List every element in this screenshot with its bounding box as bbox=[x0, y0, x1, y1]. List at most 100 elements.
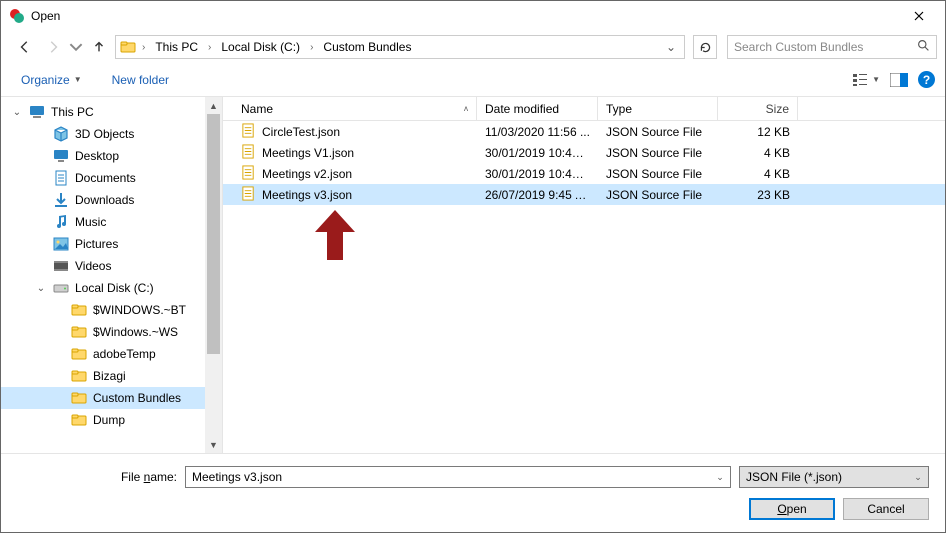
breadcrumb[interactable]: Local Disk (C:) bbox=[217, 38, 304, 56]
refresh-button[interactable] bbox=[693, 35, 717, 59]
filename-history-dropdown[interactable]: ⌄ bbox=[712, 469, 728, 485]
file-name: CircleTest.json bbox=[262, 125, 340, 139]
tree-label: $WINDOWS.~BT bbox=[93, 303, 186, 317]
file-row[interactable]: CircleTest.json 11/03/2020 11:56 ...JSON … bbox=[223, 121, 945, 142]
file-date: 11/03/2020 11:56 ... bbox=[477, 125, 598, 139]
tree-icon bbox=[53, 214, 69, 230]
file-type-filter[interactable]: JSON File (*.json) ⌄ bbox=[739, 466, 929, 488]
recent-locations-button[interactable] bbox=[69, 35, 83, 59]
chevron-right-icon: › bbox=[206, 42, 213, 53]
back-button[interactable] bbox=[13, 35, 37, 59]
folder-icon bbox=[120, 39, 136, 55]
close-icon bbox=[914, 11, 924, 21]
view-options-button[interactable]: ▼ bbox=[852, 73, 880, 87]
tree-label: Desktop bbox=[75, 149, 119, 163]
file-icon bbox=[241, 165, 256, 183]
tree-node[interactable]: 3D Objects bbox=[1, 123, 222, 145]
sort-indicator-icon: ʌ bbox=[464, 104, 468, 113]
arrow-left-icon bbox=[18, 40, 32, 54]
tree-label: $Windows.~WS bbox=[93, 325, 178, 339]
scrollbar[interactable]: ▲ ▼ bbox=[205, 97, 222, 453]
tree-label: Documents bbox=[75, 171, 136, 185]
tree-node[interactable]: adobeTemp bbox=[1, 343, 222, 365]
file-row[interactable]: Meetings v2.json 30/01/2019 10:44 ...JSON… bbox=[223, 163, 945, 184]
preview-pane-icon bbox=[890, 73, 908, 87]
file-icon bbox=[241, 144, 256, 162]
tree-icon bbox=[53, 170, 69, 186]
breadcrumb[interactable]: Custom Bundles bbox=[319, 38, 415, 56]
tree-node[interactable]: $WINDOWS.~BT bbox=[1, 299, 222, 321]
filename-label: File name: bbox=[1, 470, 177, 484]
address-bar[interactable]: › This PC › Local Disk (C:) › Custom Bun… bbox=[115, 35, 685, 59]
chevron-right-icon: › bbox=[140, 42, 147, 53]
tree-node[interactable]: Dump bbox=[1, 409, 222, 431]
tree-icon bbox=[53, 126, 69, 142]
tree-label: Bizagi bbox=[93, 369, 126, 383]
up-button[interactable] bbox=[87, 35, 111, 59]
expander-icon[interactable]: ⌄ bbox=[35, 283, 47, 294]
filename-input[interactable]: Meetings v3.json ⌄ bbox=[185, 466, 731, 488]
column-header-date[interactable]: Date modified bbox=[477, 97, 598, 120]
forward-button bbox=[41, 35, 65, 59]
tree-node[interactable]: Videos bbox=[1, 255, 222, 277]
tree-icon bbox=[53, 258, 69, 274]
file-type: JSON Source File bbox=[598, 146, 718, 160]
tree-icon bbox=[71, 412, 87, 428]
tree-node[interactable]: Pictures bbox=[1, 233, 222, 255]
chevron-down-icon: ▼ bbox=[74, 75, 82, 84]
tree-icon bbox=[53, 280, 69, 296]
column-header-name[interactable]: Name ʌ bbox=[223, 97, 477, 120]
scroll-thumb[interactable] bbox=[207, 114, 220, 354]
file-list[interactable]: Name ʌ Date modified Type Size CircleTes… bbox=[223, 97, 945, 453]
close-button[interactable] bbox=[899, 2, 939, 30]
search-input[interactable]: Search Custom Bundles bbox=[727, 35, 937, 59]
cancel-button[interactable]: Cancel bbox=[843, 498, 929, 520]
tree-icon bbox=[71, 390, 87, 406]
tree-node[interactable]: Bizagi bbox=[1, 365, 222, 387]
file-date: 26/07/2019 9:45 AM bbox=[477, 188, 598, 202]
tree-icon bbox=[29, 104, 45, 120]
file-size: 23 KB bbox=[718, 188, 798, 202]
chevron-right-icon: › bbox=[308, 42, 315, 53]
breadcrumb[interactable]: This PC bbox=[151, 38, 202, 56]
tree-label: Music bbox=[75, 215, 106, 229]
arrow-up-icon bbox=[92, 40, 106, 54]
file-row[interactable]: Meetings V1.json 30/01/2019 10:40 ...JSON… bbox=[223, 142, 945, 163]
new-folder-button[interactable]: New folder bbox=[106, 69, 175, 91]
file-date: 30/01/2019 10:40 ... bbox=[477, 146, 598, 160]
file-name: Meetings v3.json bbox=[262, 188, 352, 202]
tree-node[interactable]: Downloads bbox=[1, 189, 222, 211]
search-icon bbox=[917, 39, 930, 55]
tree-node[interactable]: Documents bbox=[1, 167, 222, 189]
file-icon bbox=[241, 186, 256, 204]
scroll-down-button[interactable]: ▼ bbox=[205, 436, 222, 453]
app-icon bbox=[9, 8, 25, 24]
tree-label: Videos bbox=[75, 259, 111, 273]
tree-label: Local Disk (C:) bbox=[75, 281, 154, 295]
file-type: JSON Source File bbox=[598, 167, 718, 181]
search-placeholder: Search Custom Bundles bbox=[734, 40, 863, 54]
tree-node[interactable]: $Windows.~WS bbox=[1, 321, 222, 343]
organize-menu[interactable]: Organize ▼ bbox=[15, 69, 88, 91]
column-header-size[interactable]: Size bbox=[718, 97, 798, 120]
address-dropdown[interactable]: ⌄ bbox=[660, 40, 682, 54]
file-name: Meetings V1.json bbox=[262, 146, 354, 160]
open-button[interactable]: Open bbox=[749, 498, 835, 520]
refresh-icon bbox=[699, 41, 712, 54]
tree-node[interactable]: ⌄This PC bbox=[1, 101, 222, 123]
tree-node[interactable]: Music bbox=[1, 211, 222, 233]
preview-pane-button[interactable] bbox=[890, 73, 908, 87]
scroll-up-button[interactable]: ▲ bbox=[205, 97, 222, 114]
tree-node[interactable]: Custom Bundles bbox=[1, 387, 222, 409]
file-type: JSON Source File bbox=[598, 125, 718, 139]
navigation-pane[interactable]: ⌄This PC3D Objects Desktop Documents Downlo… bbox=[1, 97, 223, 453]
expander-icon[interactable]: ⌄ bbox=[11, 107, 23, 118]
help-button[interactable]: ? bbox=[918, 71, 935, 88]
tree-node[interactable]: Desktop bbox=[1, 145, 222, 167]
file-row[interactable]: Meetings v3.json26/07/2019 9:45 AMJSON S… bbox=[223, 184, 945, 205]
file-date: 30/01/2019 10:44 ... bbox=[477, 167, 598, 181]
column-header-type[interactable]: Type bbox=[598, 97, 718, 120]
file-name: Meetings v2.json bbox=[262, 167, 352, 181]
tree-icon bbox=[71, 368, 87, 384]
tree-node[interactable]: ⌄ Local Disk (C:) bbox=[1, 277, 222, 299]
